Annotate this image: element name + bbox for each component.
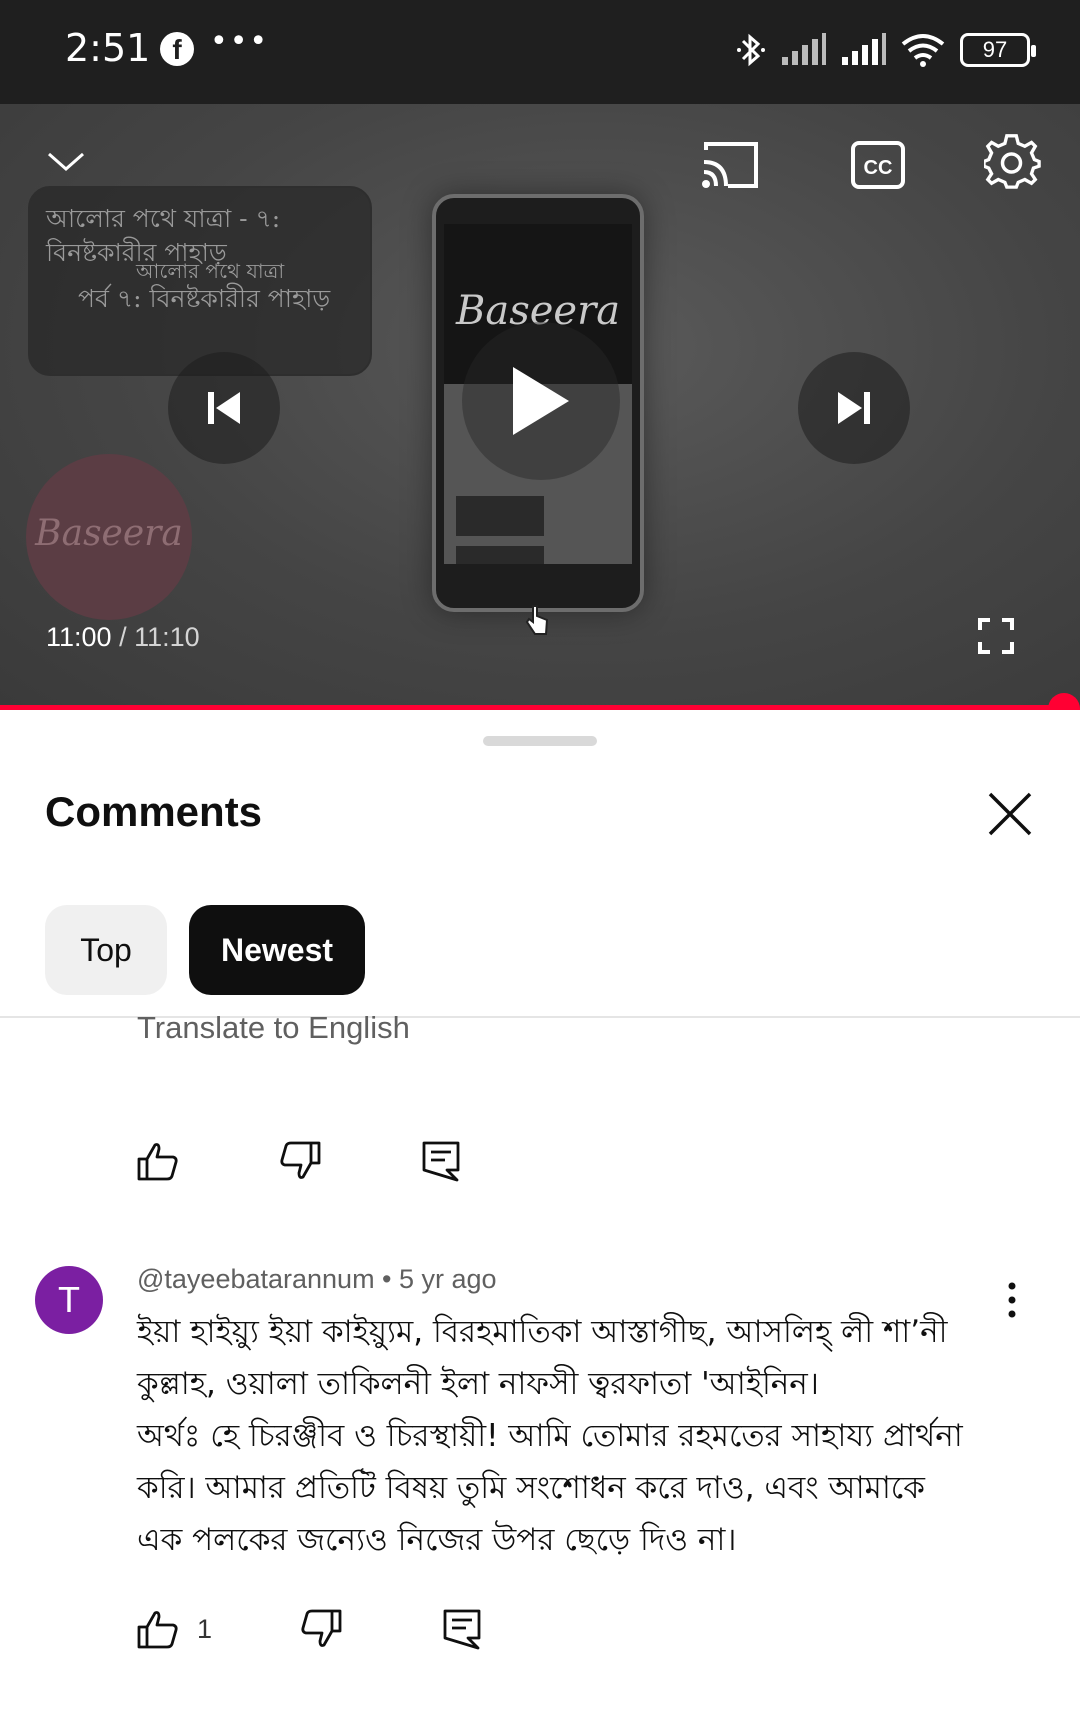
current-time: 11:00	[46, 622, 112, 652]
cursor-hand-icon	[525, 605, 549, 635]
progress-bar[interactable]	[0, 705, 1064, 710]
thumbs-up-icon	[137, 1611, 178, 1649]
comment-line: কুল্লাহ, ওয়ালা তাকিলনী ইলা নাফসী ত্বরফা…	[137, 1366, 819, 1402]
close-icon[interactable]	[986, 790, 1034, 838]
reply-button[interactable]	[421, 1140, 461, 1182]
translate-link[interactable]: Translate to English	[137, 1010, 410, 1046]
reply-button[interactable]	[442, 1608, 482, 1650]
more-dots-icon: •••	[210, 24, 270, 59]
signal-icon	[842, 33, 886, 65]
signal-icon	[782, 33, 826, 65]
time-display: 11:00 / 11:10	[46, 622, 200, 653]
wifi-icon	[901, 34, 945, 67]
status-time: 2:51	[65, 26, 151, 70]
comment-actions: 1	[137, 1608, 582, 1650]
reply-icon	[443, 1609, 481, 1650]
next-icon	[838, 392, 870, 424]
comments-title: Comments	[45, 788, 263, 835]
thumbs-down-icon	[301, 1609, 342, 1647]
comment-text: ইয়া হাইয়্যু ইয়া কাইয়্যুম, বিরহমাতিকা…	[137, 1306, 1007, 1566]
comment-meta[interactable]: @tayeebatarannum • 5 yr ago	[137, 1264, 497, 1295]
time-separator: /	[111, 622, 135, 652]
comment-line: অর্থঃ হে চিরঞ্জীব ও চিরস্থায়ী! আমি তোমা…	[137, 1418, 963, 1454]
svg-text:CC: CC	[864, 157, 893, 179]
fullscreen-icon[interactable]	[976, 616, 1016, 656]
video-player[interactable]: Baseera আলোর পথে যাত্রা - ৭: বিনষ্টকারীর…	[0, 104, 1080, 710]
title-card-line1: আলোর পথে যাত্রা - ৭:	[46, 204, 281, 233]
thumbs-up-icon	[137, 1143, 178, 1181]
bluetooth-icon	[737, 33, 765, 67]
play-icon	[513, 367, 569, 435]
filter-top[interactable]: Top	[45, 905, 167, 995]
play-button[interactable]	[462, 322, 620, 480]
reply-icon	[422, 1141, 460, 1182]
facebook-icon: f	[160, 32, 194, 66]
channel-watermark: Baseera	[26, 454, 192, 620]
previous-button[interactable]	[168, 352, 280, 464]
collapse-icon[interactable]	[46, 150, 86, 174]
filter-newest[interactable]: Newest	[189, 905, 365, 995]
comment-line: ইয়া হাইয়্যু ইয়া কাইয়্যুম, বিরহমাতিকা…	[137, 1314, 948, 1350]
system-status-icons: 97	[736, 28, 1036, 72]
comment-line: করি। আমার প্রতিটি বিষয় তুমি সংশোধন করে …	[137, 1470, 925, 1506]
avatar[interactable]: T	[35, 1266, 103, 1334]
status-bar: 2:51 f ••• 97	[0, 0, 1080, 104]
previous-icon	[208, 392, 240, 424]
battery-icon: 97	[960, 33, 1036, 67]
duration: 11:10	[134, 622, 200, 652]
next-button[interactable]	[798, 352, 910, 464]
settings-icon[interactable]	[984, 134, 1042, 192]
dislike-button[interactable]	[300, 1609, 342, 1649]
thumbs-down-icon	[280, 1141, 321, 1179]
cast-icon[interactable]	[700, 140, 762, 192]
comment-actions	[137, 1140, 561, 1182]
title-card-overlay2: পর্ব ৭: বিনষ্টকারীর পাহাড়	[78, 284, 331, 313]
captions-icon[interactable]: CC	[850, 140, 906, 190]
video-title-card: আলোর পথে যাত্রা - ৭: বিনষ্টকারীর পাহাড় …	[28, 186, 372, 376]
dislike-button[interactable]	[279, 1141, 321, 1181]
comment-line: এক পলকের জন্যেও নিজের উপর ছেড়ে দিও না।	[137, 1522, 737, 1558]
like-button[interactable]	[137, 1141, 179, 1181]
like-button[interactable]: 1	[137, 1609, 212, 1649]
like-count: 1	[197, 1613, 213, 1644]
comments-sheet: Comments Top Newest Translate to English…	[0, 712, 1080, 1711]
sheet-drag-handle[interactable]	[483, 736, 597, 746]
